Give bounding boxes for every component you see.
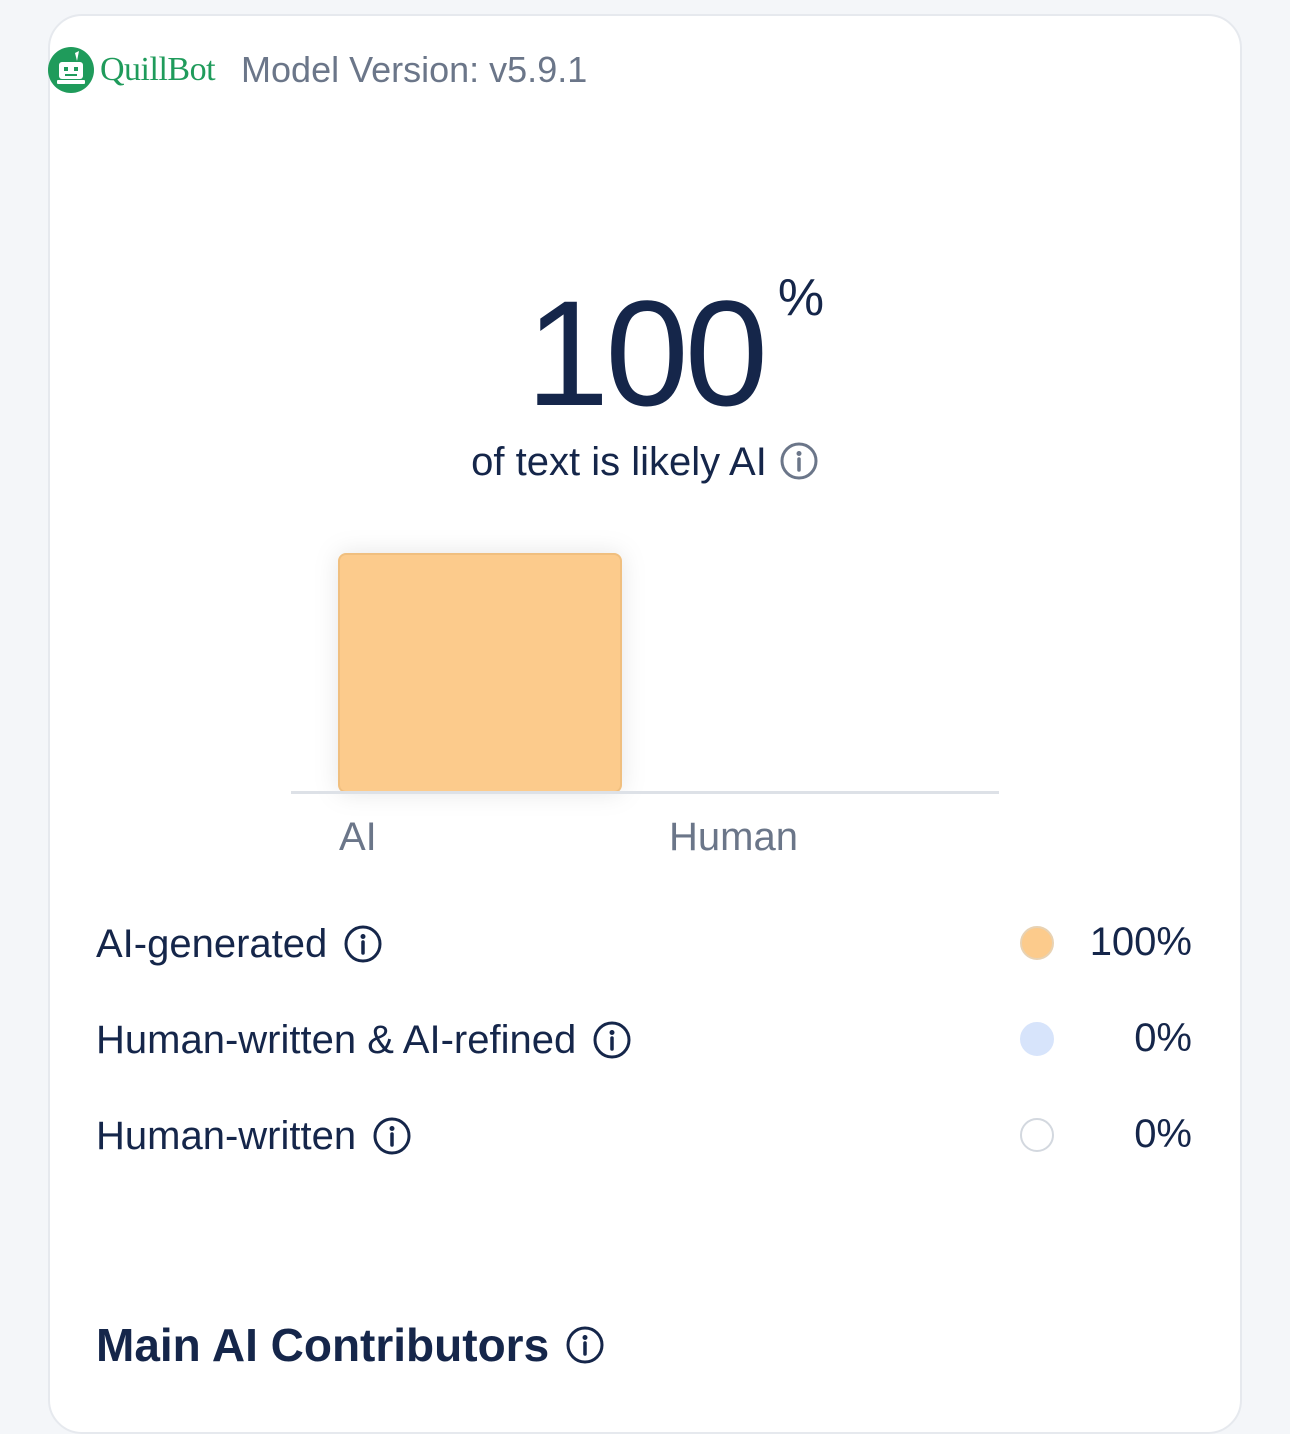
results-card: [48, 14, 1242, 1434]
breakdown-value: 0%: [1134, 1112, 1192, 1156]
ai-score-caption: of text is likely AI: [0, 440, 1290, 485]
info-icon[interactable]: [343, 924, 383, 964]
breakdown-legend-dot: [1020, 926, 1054, 960]
info-icon[interactable]: [779, 441, 819, 481]
ai-score-value: 100: [525, 269, 768, 437]
info-icon[interactable]: [372, 1116, 412, 1156]
model-version: Model Version: v5.9.1: [241, 49, 588, 90]
breakdown-label: AI-generated: [96, 921, 328, 966]
breakdown-label: Human-written & AI-refined: [96, 1017, 577, 1062]
breakdown-label: Human-written: [96, 1113, 357, 1158]
breakdown-row: Human-written 0%: [96, 1108, 1192, 1164]
quillbot-logo-icon: [48, 47, 94, 93]
breakdown-legend-dot: [1020, 1118, 1054, 1152]
header: QuillBot Model Version: v5.9.1: [48, 47, 588, 93]
ai-score-caption-text: of text is likely AI: [471, 440, 767, 484]
breakdown-legend-dot: [1020, 1022, 1054, 1056]
info-icon[interactable]: [565, 1325, 605, 1365]
info-icon[interactable]: [592, 1020, 632, 1060]
section-title-main-ai-contributors: Main AI Contributors: [96, 1318, 605, 1372]
breakdown-row: AI-generated 100%: [96, 916, 1192, 972]
ai-score: 100%: [0, 272, 1290, 428]
breakdown-value: 100%: [1089, 920, 1192, 964]
brand-name: QuillBot: [100, 51, 216, 88]
section-title-text: Main AI Contributors: [96, 1319, 550, 1371]
ai-score-unit: %: [777, 269, 825, 327]
quillbot-logo: QuillBot: [48, 47, 216, 93]
breakdown-value: 0%: [1134, 1016, 1192, 1060]
breakdown-row: Human-written & AI-refined 0%: [96, 1012, 1192, 1068]
